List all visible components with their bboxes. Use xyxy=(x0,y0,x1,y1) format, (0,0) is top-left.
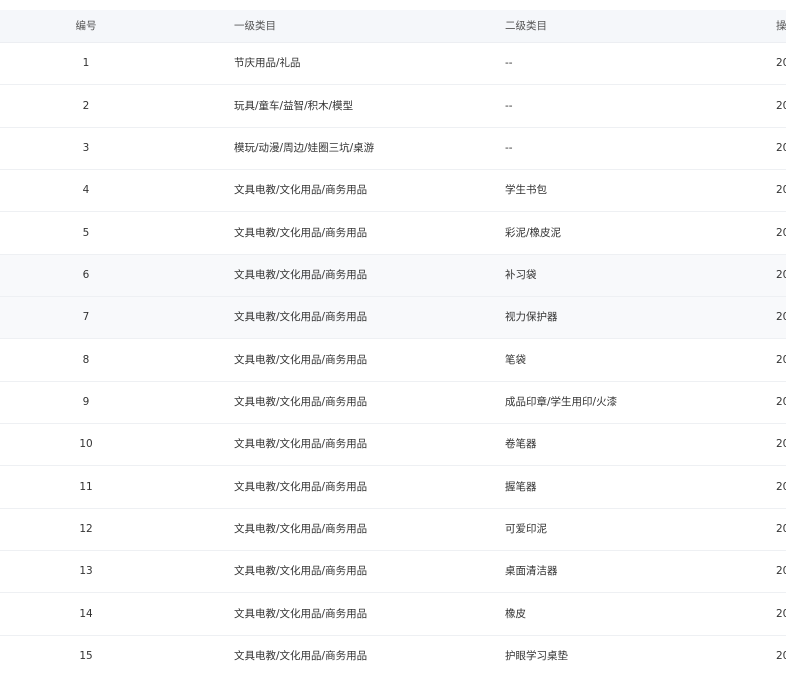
cell-level1: 文具电教/文化用品/商务用品 xyxy=(234,480,368,493)
cell-extra: 20 xyxy=(776,184,786,197)
cell-extra: 20 xyxy=(776,142,786,155)
cell-level1: 玩具/童车/益智/积木/模型 xyxy=(234,99,354,112)
table-row[interactable]: 14 文具电教/文化用品/商务用品 橡皮 20 xyxy=(0,593,786,636)
cell-level2: 卷笔器 xyxy=(505,438,537,451)
table-row[interactable]: 3 模玩/动漫/周边/娃圈三坑/桌游 -- 20 xyxy=(0,127,786,170)
cell-level2: 橡皮 xyxy=(505,607,526,620)
cell-level1: 文具电教/文化用品/商务用品 xyxy=(234,311,368,324)
cell-level1: 模玩/动漫/周边/娃圈三坑/桌游 xyxy=(234,142,375,155)
cell-id: 2 xyxy=(82,99,90,112)
cell-id: 1 xyxy=(82,57,90,70)
cell-level1: 文具电教/文化用品/商务用品 xyxy=(234,353,368,366)
table-row[interactable]: 9 文具电教/文化用品/商务用品 成品印章/学生用印/火漆 20 xyxy=(0,381,786,424)
cell-level2: -- xyxy=(505,142,513,155)
cell-extra: 20 xyxy=(776,99,786,112)
cell-id: 12 xyxy=(79,523,93,536)
cell-extra: 20 xyxy=(776,311,786,324)
cell-level2: -- xyxy=(505,99,513,112)
cell-id: 13 xyxy=(79,565,93,578)
cell-extra: 20 xyxy=(776,57,786,70)
cell-extra: 20 xyxy=(776,269,786,282)
cell-id: 3 xyxy=(82,142,90,155)
header-id[interactable]: 编号 xyxy=(0,10,172,42)
cell-level1: 文具电教/文化用品/商务用品 xyxy=(234,396,368,409)
cell-level1: 文具电教/文化用品/商务用品 xyxy=(234,226,368,239)
header-extra[interactable]: 操 xyxy=(776,10,786,42)
table-header: 编号 一级类目 二级类目 操 xyxy=(0,10,786,43)
cell-id: 7 xyxy=(82,311,90,324)
table-row[interactable]: 1 节庆用品/礼品 -- 20 xyxy=(0,43,786,86)
cell-id: 15 xyxy=(79,650,93,662)
cell-level2: 成品印章/学生用印/火漆 xyxy=(505,396,618,409)
cell-level2: 握笔器 xyxy=(505,480,537,493)
cell-id: 10 xyxy=(79,438,93,451)
cell-extra: 20 xyxy=(776,226,786,239)
cell-level1: 文具电教/文化用品/商务用品 xyxy=(234,269,368,282)
cell-level2: 彩泥/橡皮泥 xyxy=(505,226,562,239)
cell-id: 11 xyxy=(79,480,93,493)
header-level1[interactable]: 一级类目 xyxy=(234,10,276,42)
table-row[interactable]: 5 文具电教/文化用品/商务用品 彩泥/橡皮泥 20 xyxy=(0,212,786,255)
cell-id: 5 xyxy=(82,226,90,239)
cell-id: 8 xyxy=(82,353,90,366)
cell-id: 9 xyxy=(82,396,90,409)
table-row[interactable]: 15 文具电教/文化用品/商务用品 护眼学习桌垫 20 xyxy=(0,635,786,676)
cell-level2: 视力保护器 xyxy=(505,311,558,324)
cell-extra: 20 xyxy=(776,396,786,409)
cell-extra: 20 xyxy=(776,438,786,451)
cell-level1: 节庆用品/礼品 xyxy=(234,57,301,70)
table-row[interactable]: 7 文具电教/文化用品/商务用品 视力保护器 20 xyxy=(0,296,786,340)
cell-extra: 20 xyxy=(776,523,786,536)
cell-extra: 20 xyxy=(776,480,786,493)
cell-level2: 学生书包 xyxy=(505,184,547,197)
table-row[interactable]: 13 文具电教/文化用品/商务用品 桌面清洁器 20 xyxy=(0,550,786,594)
table-body: 1 节庆用品/礼品 -- 20 2 玩具/童车/益智/积木/模型 -- 20 3 模玩/动漫/周边… xyxy=(0,43,786,676)
table-row[interactable]: 12 文具电教/文化用品/商务用品 可爱印泥 20 xyxy=(0,508,786,551)
cell-level1: 文具电教/文化用品/商务用品 xyxy=(234,650,368,662)
cell-extra: 20 xyxy=(776,565,786,578)
cell-level1: 文具电教/文化用品/商务用品 xyxy=(234,523,368,536)
cell-level1: 文具电教/文化用品/商务用品 xyxy=(234,184,368,197)
cell-level2: 桌面清洁器 xyxy=(505,565,558,578)
cell-level1: 文具电教/文化用品/商务用品 xyxy=(234,438,368,451)
cell-level2: 可爱印泥 xyxy=(505,523,547,536)
cell-id: 14 xyxy=(79,607,93,620)
table-row[interactable]: 6 文具电教/文化用品/商务用品 补习袋 20 xyxy=(0,254,786,297)
cell-level2: -- xyxy=(505,57,513,70)
cell-level2: 笔袋 xyxy=(505,353,526,366)
header-level2[interactable]: 二级类目 xyxy=(505,10,547,42)
cell-level2: 护眼学习桌垫 xyxy=(505,650,568,662)
cell-level2: 补习袋 xyxy=(505,269,537,282)
category-table: 编号 一级类目 二级类目 操 1 节庆用品/礼品 -- 20 2 玩具/童车/益智/积木/… xyxy=(0,10,786,676)
table-row[interactable]: 8 文具电教/文化用品/商务用品 笔袋 20 xyxy=(0,339,786,382)
cell-extra: 20 xyxy=(776,353,786,366)
table-row[interactable]: 11 文具电教/文化用品/商务用品 握笔器 20 xyxy=(0,466,786,509)
cell-level1: 文具电教/文化用品/商务用品 xyxy=(234,565,368,578)
table-row[interactable]: 2 玩具/童车/益智/积木/模型 -- 20 xyxy=(0,85,786,128)
cell-extra: 20 xyxy=(776,607,786,620)
cell-level1: 文具电教/文化用品/商务用品 xyxy=(234,607,368,620)
cell-id: 4 xyxy=(82,184,90,197)
cell-extra: 20 xyxy=(776,650,786,662)
table-row[interactable]: 4 文具电教/文化用品/商务用品 学生书包 20 xyxy=(0,169,786,213)
cell-id: 6 xyxy=(82,269,90,282)
table-row[interactable]: 10 文具电教/文化用品/商务用品 卷笔器 20 xyxy=(0,423,786,467)
